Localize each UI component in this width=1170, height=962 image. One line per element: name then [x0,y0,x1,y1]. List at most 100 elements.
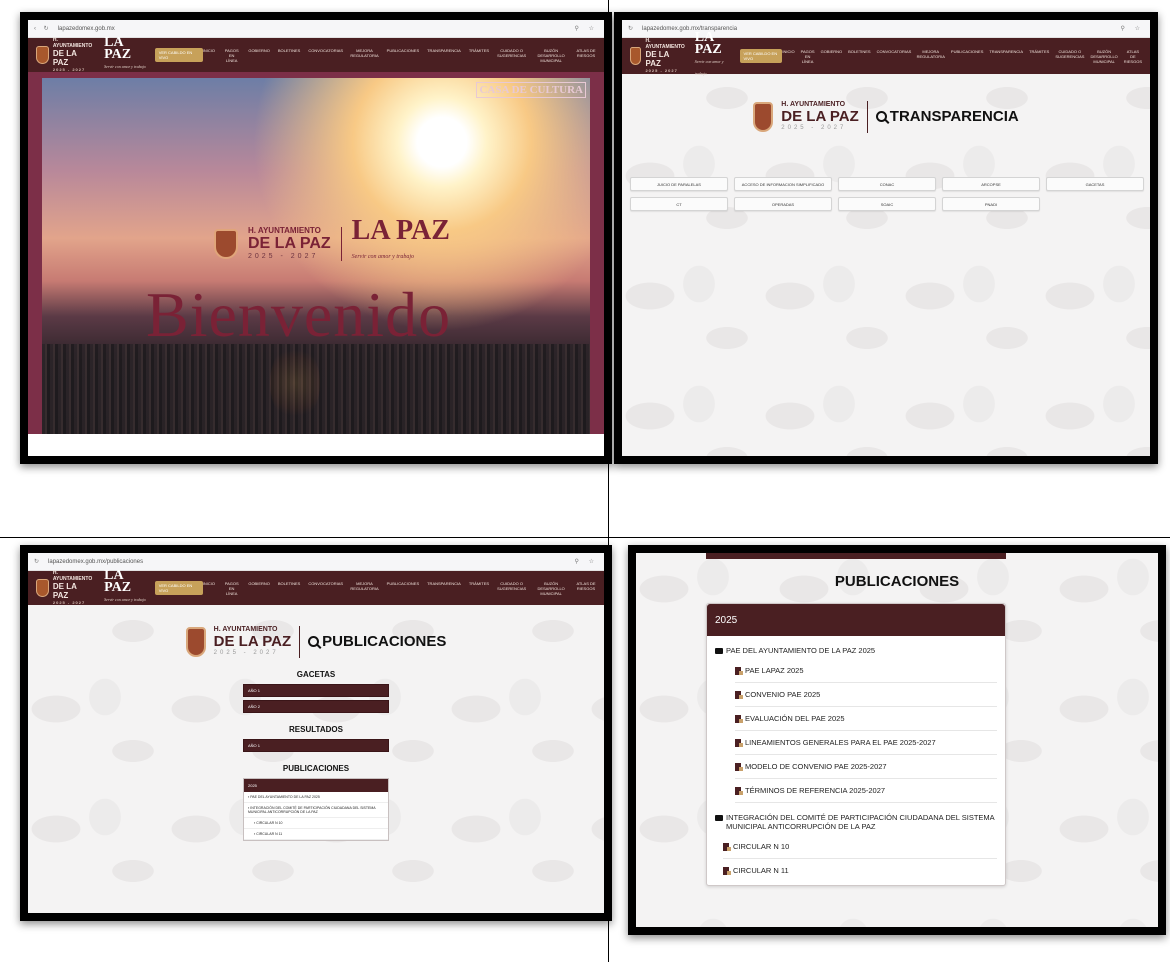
transparencia-button[interactable]: ARCOPSE [942,177,1040,191]
transparencia-button[interactable]: CONAC [838,177,936,191]
menu-item[interactable]: MEJORA REGULATORIA [350,581,378,596]
menu-item[interactable]: INICIO [203,48,215,63]
document-link-label: CONVENIO PAE 2025 [745,690,821,699]
transparencia-button[interactable]: ACCESO DE INFORMACION SIMPLIFICADO [734,177,832,191]
menu-item[interactable]: CUIDADO O SUGERENCIAS [497,581,526,596]
document-link-label: EVALUACIÓN DEL PAE 2025 [745,714,845,723]
menu-item[interactable]: TRÁMITES [1029,49,1049,64]
list-item[interactable]: ▪ INTEGRACIÓN DEL COMITÉ DE PARTICIPACIÓ… [244,803,388,818]
document-link[interactable]: EVALUACIÓN DEL PAE 2025 [735,707,997,731]
gaceta-row[interactable]: AÑO 1 [243,684,389,697]
document-link[interactable]: CIRCULAR N 11 [723,859,997,885]
menu-item[interactable]: ATLAS DE RIESGOS [576,581,596,596]
transparencia-button[interactable]: CT [630,197,728,211]
menu-item[interactable]: GOBIERNO [248,581,270,596]
menu-item[interactable]: INICIO [782,49,794,64]
menu-item[interactable]: CUIDADO O SUGERENCIAS [497,48,526,63]
document-link-label: CIRCULAR N 10 [733,842,790,851]
transparencia-button[interactable]: JUICIO DE PARALELAS [630,177,728,191]
live-button[interactable]: VER CABILDO EN VIVO [154,48,203,62]
bookmark-star-icon[interactable]: ⚲ ☆ [1121,25,1144,32]
menu-item[interactable]: ATLAS DE RIESGOS [1124,49,1142,64]
menu-item[interactable]: MEJORA REGULATORIA [350,48,378,63]
url-text[interactable]: lapazedomex.gob.mx/transparencia [642,26,1121,32]
document-link-label: TÉRMINOS DE REFERENCIA 2025-2027 [745,786,886,795]
nav-arrows-icon[interactable]: ↻ [34,558,42,565]
resultado-row[interactable]: AÑO 1 [243,739,389,752]
menu-item[interactable]: CUIDADO O SUGERENCIAS [1055,49,1084,64]
menu-item[interactable]: GOBIERNO [821,49,843,64]
gaceta-row[interactable]: AÑO 2 [243,700,389,713]
municipal-seal-icon [753,101,774,132]
group-heading[interactable]: INTEGRACIÓN DEL COMITÉ DE PARTICIPACIÓN … [707,803,1005,835]
page-title-text: TRANSPARENCIA [889,108,1019,125]
main-menu: INICIO PAGOS EN LÍNEA GOBIERNO BOLETINES… [203,48,596,63]
menu-item[interactable]: TRANSPARENCIA [427,581,461,596]
brand-block[interactable]: H. AYUNTAMIENTO DE LA PAZ 2025 - 2027 [645,38,684,74]
document-link[interactable]: CIRCULAR N 10 [723,835,997,859]
menu-item[interactable]: MEJORA REGULATORIA [917,49,945,64]
transparencia-button[interactable]: SOAIC [838,197,936,211]
menu-item[interactable]: TRÁMITES [469,48,489,63]
menu-item[interactable]: CONVOCATORIAS [308,48,343,63]
menu-item[interactable]: BUZÓN DESARROLLO MUNICIPAL [534,48,568,63]
document-link[interactable]: LINEAMIENTOS GENERALES PARA EL PAE 2025-… [735,731,997,755]
menu-item[interactable]: PUBLICACIONES [951,49,983,64]
menu-item[interactable]: CONVOCATORIAS [308,581,343,596]
menu-item[interactable]: BUZÓN DESARROLLO MUNICIPAL [534,581,568,596]
org-main: DE LA PAZ [781,108,859,125]
search-icon [875,111,887,122]
list-item[interactable]: ▪ CIRCULAR N 10 [244,818,388,829]
brand-block[interactable]: H. AYUNTAMIENTO DE LA PAZ 2025 - 2027 [53,570,94,606]
document-link[interactable]: TÉRMINOS DE REFERENCIA 2025-2027 [735,779,997,803]
document-link-label: MODELO DE CONVENIO PAE 2025-2027 [745,762,887,771]
lapaz-logo-text: LA PAZ [104,35,132,62]
menu-item[interactable]: BOLETINES [278,581,300,596]
menu-item[interactable]: TRANSPARENCIA [989,49,1023,64]
menu-item[interactable]: TRANSPARENCIA [427,48,461,63]
page-zoom: PUBLICACIONES 2025 PAE DEL AYUNTAMIENTO … [636,553,1158,927]
menu-item[interactable]: CONVOCATORIAS [877,49,912,64]
menu-item[interactable]: PAGOS EN LÍNEA [223,581,240,596]
menu-item[interactable]: TRÁMITES [469,581,489,596]
document-link[interactable]: MODELO DE CONVENIO PAE 2025-2027 [735,755,997,779]
transparencia-button[interactable]: GACETAS [1046,177,1144,191]
page-title: TRANSPARENCIA [875,108,1019,125]
page-title: PUBLICACIONES [308,633,446,650]
url-text[interactable]: lapazedomex.gob.mx/publicaciones [48,559,575,565]
menu-item[interactable]: BUZÓN DESARROLLO MUNICIPAL [1090,49,1117,64]
document-icon [723,842,731,851]
menu-item[interactable]: PUBLICACIONES [387,48,419,63]
document-link[interactable]: CONVENIO PAE 2025 [735,683,997,707]
nav-arrows-icon[interactable]: ‹ ↻ [34,25,52,32]
org-name: H. AYUNTAMIENTO DE LA PAZ 2025 - 2027 [781,100,859,133]
menu-item[interactable]: INICIO [203,581,215,596]
brand-block[interactable]: H. AYUNTAMIENTO DE LA PAZ 2025 - 2027 [53,37,94,73]
menu-item[interactable]: PUBLICACIONES [387,581,419,596]
bookmark-star-icon[interactable]: ⚲ ☆ [575,25,598,32]
menu-item[interactable]: GOBIERNO [248,48,270,63]
bookmark-star-icon[interactable]: ⚲ ☆ [575,558,598,565]
menu-item[interactable]: BOLETINES [848,49,870,64]
menu-item[interactable]: PAGOS EN LÍNEA [223,48,240,63]
document-link[interactable]: PAE LAPAZ 2025 [735,659,997,683]
year-header[interactable]: 2025 [707,604,1005,636]
hero-logos: H. AYUNTAMIENTO DE LA PAZ 2025 - 2027 LA… [214,217,450,270]
group-heading[interactable]: PAE DEL AYUNTAMIENTO DE LA PAZ 2025 [707,636,1005,659]
transparencia-button[interactable]: PNADI [942,197,1040,211]
transparencia-button[interactable]: OPERADAS [734,197,832,211]
list-item[interactable]: ▪ CIRCULAR N 11 [244,829,388,840]
menu-item[interactable]: ATLAS DE RIESGOS [576,48,596,63]
casa-cultura-badge[interactable]: CASA DE CULTURA [476,82,586,98]
header-separator [866,100,868,133]
menu-item[interactable]: PAGOS EN LÍNEA [801,49,815,64]
document-icon [735,666,743,675]
nav-arrows-icon[interactable]: ↻ [628,25,636,32]
year-header[interactable]: 2025 [244,779,388,792]
live-button[interactable]: VER CABILDO EN VIVO [154,581,203,595]
list-item[interactable]: ▪ PAE DEL AYUNTAMIENTO DE LA PAZ 2025 [244,792,388,803]
url-text[interactable]: lapazedomex.gob.mx [58,26,575,32]
live-button[interactable]: VER CABILDO EN VIVO [739,49,783,63]
menu-item[interactable]: BOLETINES [278,48,300,63]
document-link-label: CIRCULAR N 11 [733,866,789,875]
